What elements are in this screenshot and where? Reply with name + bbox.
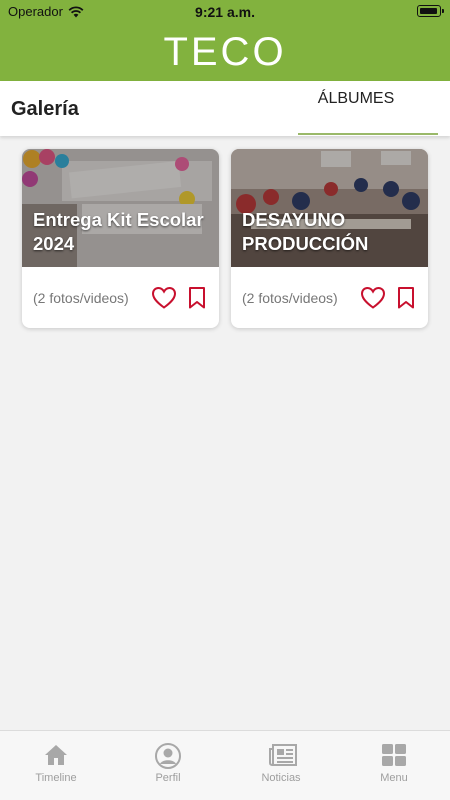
app-logo: TECO [163,30,287,74]
tab-news[interactable]: Noticias [225,731,337,800]
tab-timeline-label: Timeline [35,772,77,784]
album-thumbnail[interactable]: DESAYUNO PRODUCCIÓN [231,149,428,267]
bottom-tab-bar: Timeline Perfil Noticias Menu [0,730,450,800]
bookmark-icon[interactable] [188,286,206,310]
album-card[interactable]: DESAYUNO PRODUCCIÓN (2 fotos/videos) [231,149,428,328]
tab-profile-label: Perfil [155,772,181,784]
tab-albums-label: ÁLBUMES [317,90,395,107]
section-header: Galería ÁLBUMES [0,81,450,136]
page-title: Galería [11,98,79,120]
album-title: Entrega Kit Escolar 2024 [33,209,204,254]
tab-albums[interactable]: ÁLBUMES [298,81,438,135]
album-thumbnail[interactable]: Entrega Kit Escolar 2024 [22,149,219,267]
clock: 9:21 a.m. [195,4,255,20]
tab-timeline[interactable]: Timeline [0,731,112,800]
album-title: DESAYUNO PRODUCCIÓN [242,209,369,254]
home-icon [45,745,67,765]
newspaper-icon [269,744,297,766]
album-count: (2 fotos/videos) [33,290,129,306]
tab-news-label: Noticias [261,772,301,784]
heart-icon[interactable] [151,286,177,310]
tab-menu[interactable]: Menu [338,731,450,800]
bookmark-icon[interactable] [397,286,415,310]
battery-icon [417,5,444,17]
tab-menu-label: Menu [380,772,408,784]
status-bar: Operador 9:21 a.m. [0,0,450,24]
app-header: Operador 9:21 a.m. TECO [0,0,450,81]
album-card[interactable]: Entrega Kit Escolar 2024 (2 fotos/videos… [22,149,219,328]
grid-icon [382,744,406,766]
album-count: (2 fotos/videos) [242,290,338,306]
tab-profile[interactable]: Perfil [112,731,224,800]
profile-icon [155,743,181,769]
heart-icon[interactable] [360,286,386,310]
